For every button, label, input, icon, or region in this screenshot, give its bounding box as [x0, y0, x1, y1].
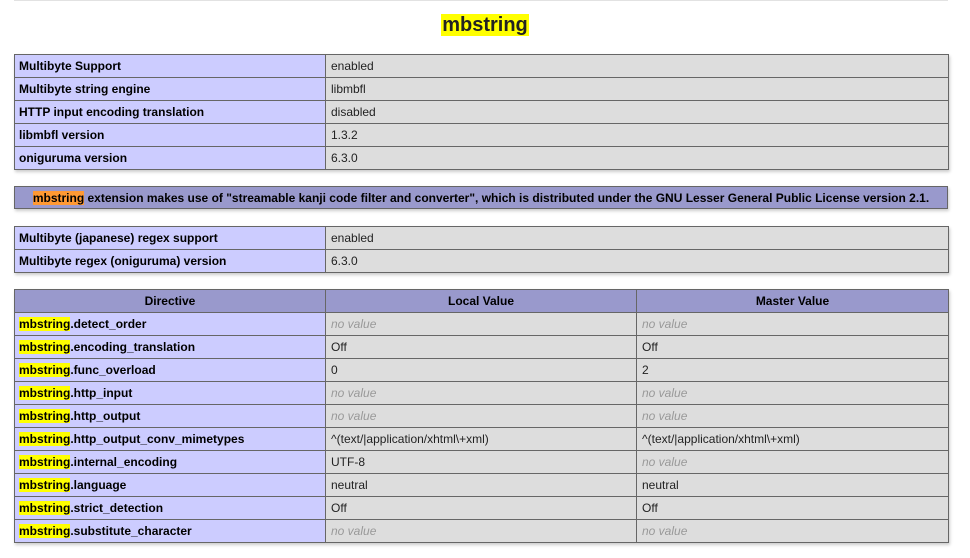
info-label: Multibyte Support [14, 54, 326, 78]
column-header-master-value: Master Value [636, 289, 949, 313]
directive-name: mbstring.language [14, 473, 326, 497]
directive-prefix-highlight: mbstring [19, 317, 71, 331]
info-label: HTTP input encoding translation [14, 100, 326, 124]
directive-name: mbstring.strict_detection [14, 496, 326, 520]
directive-name: mbstring.func_overload [14, 358, 326, 382]
directive-prefix-highlight: mbstring [19, 501, 71, 515]
info-value: disabled [325, 100, 949, 124]
directive-prefix-highlight: mbstring [19, 524, 71, 538]
directive-name: mbstring.http_output [14, 404, 326, 428]
directive-suffix: .language [70, 478, 127, 492]
directive-suffix: .http_output_conv_mimetypes [70, 432, 245, 446]
master-value: no value [636, 312, 949, 336]
directive-prefix-highlight: mbstring [19, 363, 71, 377]
notice-text: extension makes use of "streamable kanji… [84, 190, 930, 205]
local-value: ^(text/|application/xhtml\+xml) [325, 427, 637, 451]
info-value: 1.3.2 [325, 123, 949, 147]
directive-name: mbstring.substitute_character [14, 519, 326, 543]
directive-name: mbstring.internal_encoding [14, 450, 326, 474]
master-value: Off [636, 496, 949, 520]
directive-row: mbstring.http_output_conv_mimetypes ^(tex… [14, 427, 949, 451]
local-value: Off [325, 496, 637, 520]
license-notice: mbstring extension makes use of "streama… [14, 186, 948, 209]
directive-suffix: .http_input [70, 386, 133, 400]
license-notice-row: mbstring extension makes use of "streama… [14, 186, 948, 209]
directive-suffix: .http_output [70, 409, 141, 423]
directive-row: mbstring.encoding_translation Off Off [14, 335, 949, 359]
info-value: enabled [325, 54, 949, 78]
directive-row: mbstring.http_output no value no value [14, 404, 949, 428]
info-label: Multibyte regex (oniguruma) version [14, 249, 326, 273]
local-value: 0 [325, 358, 637, 382]
info-row: oniguruma version 6.3.0 [14, 146, 949, 170]
master-value: no value [636, 519, 949, 543]
mbstring-info-table: Multibyte Support enabled Multibyte strin… [14, 54, 949, 170]
regex-info-table: Multibyte (japanese) regex support enable… [14, 226, 949, 273]
directives-header-row: Directive Local Value Master Value [14, 289, 949, 313]
master-value: no value [636, 450, 949, 474]
directive-suffix: .encoding_translation [70, 340, 196, 354]
notice-highlight: mbstring [32, 190, 85, 205]
local-value: no value [325, 312, 637, 336]
info-label: Multibyte string engine [14, 77, 326, 101]
directive-name: mbstring.detect_order [14, 312, 326, 336]
info-row: Multibyte (japanese) regex support enable… [14, 226, 949, 250]
directive-prefix-highlight: mbstring [19, 386, 71, 400]
master-value: neutral [636, 473, 949, 497]
master-value: ^(text/|application/xhtml\+xml) [636, 427, 949, 451]
local-value: neutral [325, 473, 637, 497]
directive-suffix: .strict_detection [70, 501, 164, 515]
local-value: UTF-8 [325, 450, 637, 474]
info-value: enabled [325, 226, 949, 250]
directive-suffix: .substitute_character [70, 524, 192, 538]
directive-row: mbstring.func_overload 0 2 [14, 358, 949, 382]
directive-row: mbstring.internal_encoding UTF-8 no value [14, 450, 949, 474]
local-value: no value [325, 404, 637, 428]
info-value: 6.3.0 [325, 249, 949, 273]
info-label: Multibyte (japanese) regex support [14, 226, 326, 250]
info-row: Multibyte string engine libmbfl [14, 77, 949, 101]
info-row: HTTP input encoding translation disabled [14, 100, 949, 124]
directive-row: mbstring.http_input no value no value [14, 381, 949, 405]
page-title: mbstring [0, 12, 970, 38]
page-title-highlight: mbstring [441, 14, 529, 36]
directive-suffix: .detect_order [70, 317, 147, 331]
info-value: libmbfl [325, 77, 949, 101]
directive-prefix-highlight: mbstring [19, 409, 71, 423]
directive-prefix-highlight: mbstring [19, 455, 71, 469]
local-value: Off [325, 335, 637, 359]
info-label: oniguruma version [14, 146, 326, 170]
directive-name: mbstring.http_output_conv_mimetypes [14, 427, 326, 451]
local-value: no value [325, 381, 637, 405]
column-header-local-value: Local Value [325, 289, 637, 313]
top-divider [14, 0, 948, 1]
directive-prefix-highlight: mbstring [19, 478, 71, 492]
directive-row: mbstring.strict_detection Off Off [14, 496, 949, 520]
info-label: libmbfl version [14, 123, 326, 147]
directive-prefix-highlight: mbstring [19, 432, 71, 446]
directive-row: mbstring.language neutral neutral [14, 473, 949, 497]
info-row: Multibyte regex (oniguruma) version 6.3.0 [14, 249, 949, 273]
directives-body: mbstring.detect_order no value no value mbs… [14, 312, 949, 543]
info-value: 6.3.0 [325, 146, 949, 170]
info-row: Multibyte Support enabled [14, 54, 949, 78]
column-header-directive: Directive [14, 289, 326, 313]
master-value: Off [636, 335, 949, 359]
directive-name: mbstring.encoding_translation [14, 335, 326, 359]
directives-table: Directive Local Value Master Value mbstr… [14, 289, 949, 543]
directive-row: mbstring.substitute_character no value no … [14, 519, 949, 543]
directive-name: mbstring.http_input [14, 381, 326, 405]
directive-suffix: .internal_encoding [70, 455, 178, 469]
directive-prefix-highlight: mbstring [19, 340, 71, 354]
local-value: no value [325, 519, 637, 543]
directive-suffix: .func_overload [70, 363, 156, 377]
directive-row: mbstring.detect_order no value no value [14, 312, 949, 336]
master-value: no value [636, 404, 949, 428]
license-notice-table: mbstring extension makes use of "streama… [14, 186, 948, 209]
master-value: no value [636, 381, 949, 405]
info-row: libmbfl version 1.3.2 [14, 123, 949, 147]
master-value: 2 [636, 358, 949, 382]
